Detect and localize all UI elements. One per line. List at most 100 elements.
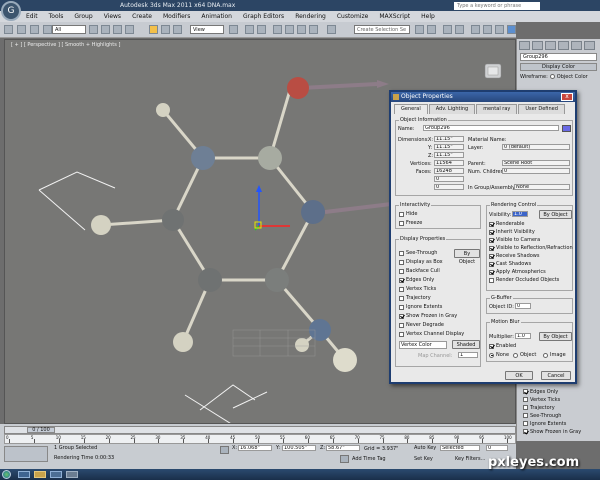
edit-named-selections-icon[interactable] — [327, 25, 336, 34]
snaps-toggle-icon[interactable] — [273, 25, 282, 34]
select-and-manipulate-icon[interactable] — [245, 25, 254, 34]
select-object-icon[interactable] — [89, 25, 98, 34]
renderable-checkbox[interactable]: Renderable — [489, 221, 525, 227]
tab-general[interactable]: General — [394, 104, 428, 114]
cp-option-vertex-ticks[interactable]: Vertex Ticks — [523, 396, 595, 403]
checkbox[interactable] — [523, 389, 528, 394]
motion-tab-icon[interactable] — [558, 41, 569, 50]
never-degrade-checkbox[interactable]: Never Degrade — [399, 322, 444, 328]
add-time-tag[interactable]: Add Time Tag — [352, 456, 386, 462]
time-tag-icon[interactable] — [340, 455, 349, 463]
menu-help[interactable]: Help — [421, 13, 435, 20]
checkbox[interactable] — [489, 229, 494, 235]
set-key-button[interactable]: Set Key — [414, 456, 433, 462]
taskbar-explorer-icon[interactable] — [34, 471, 46, 478]
time-slider-thumb[interactable]: 0 / 100 — [27, 427, 55, 433]
select-and-rotate-icon[interactable] — [161, 25, 170, 34]
checkbox[interactable] — [399, 313, 404, 319]
checkbox[interactable] — [489, 221, 494, 227]
display-by-object-button[interactable]: By Object — [454, 249, 480, 265]
hide-checkbox[interactable]: Hide — [399, 211, 417, 217]
checkbox[interactable] — [523, 397, 528, 402]
apply-atmospherics-checkbox[interactable]: Apply Atmospherics — [489, 269, 546, 275]
menu-tools[interactable]: Tools — [49, 13, 64, 20]
object-name-field[interactable]: Group296 — [520, 53, 597, 61]
menu-customize[interactable]: Customize — [337, 13, 369, 20]
backface-cull-checkbox[interactable]: Backface Cull — [399, 268, 440, 274]
key-mode-dropdown[interactable]: Selected — [440, 445, 480, 451]
display-tab-icon[interactable] — [571, 41, 582, 50]
checkbox[interactable] — [399, 250, 404, 256]
named-selection-dropdown[interactable]: Create Selection Se — [354, 25, 410, 34]
ok-button[interactable]: OK — [505, 371, 533, 380]
render-occluded-checkbox[interactable]: Render Occluded Objects — [489, 277, 559, 283]
blur-object-radio[interactable]: Object — [513, 352, 536, 358]
checkbox[interactable] — [489, 261, 494, 267]
object-color-swatch[interactable] — [562, 125, 571, 132]
tab-mental-ray[interactable]: mental ray — [476, 104, 518, 114]
create-tab-icon[interactable] — [519, 41, 530, 50]
keyboard-shortcut-icon[interactable] — [257, 25, 266, 34]
visibility-spinner[interactable]: 1.0 — [512, 211, 528, 217]
cp-option-ignore-extents[interactable]: Ignore Extents — [523, 420, 595, 427]
receive-shadows-checkbox[interactable]: Receive Shadows — [489, 253, 540, 259]
utilities-tab-icon[interactable] — [584, 41, 595, 50]
app-logo-icon[interactable]: G — [1, 1, 21, 21]
checkbox[interactable] — [399, 220, 404, 226]
menu-rendering[interactable]: Rendering — [295, 13, 326, 20]
vertex-color-dropdown[interactable]: Vertex Color — [399, 341, 447, 349]
radio[interactable] — [489, 352, 494, 358]
render-setup-icon[interactable] — [495, 25, 504, 34]
menu-animation[interactable]: Animation — [201, 13, 232, 20]
map-channel-spinner[interactable]: 1 — [458, 352, 478, 358]
multiplier-spinner[interactable]: 1.0 — [515, 333, 531, 339]
x-coord-field[interactable]: 16.068" — [238, 445, 272, 451]
taskbar-ie-icon[interactable] — [18, 471, 30, 478]
radio[interactable] — [513, 352, 518, 358]
checkbox[interactable] — [523, 413, 528, 418]
checkbox[interactable] — [399, 295, 404, 301]
checkbox[interactable] — [399, 331, 404, 337]
cp-option-see-through[interactable]: See-Through — [523, 412, 595, 419]
graphite-ribbon-icon[interactable] — [455, 25, 464, 34]
modify-tab-icon[interactable] — [532, 41, 543, 50]
tab-adv-lighting[interactable]: Adv. Lighting — [428, 104, 476, 114]
checkbox[interactable] — [399, 286, 404, 292]
display-color-rollout[interactable]: Display Color — [520, 63, 597, 71]
search-input[interactable]: Type a keyword or phrase — [454, 1, 540, 10]
show-frozen-gray-checkbox[interactable]: Show Frozen in Gray — [399, 313, 457, 319]
cp-option-edges-only[interactable]: Edges Only — [523, 388, 595, 395]
checkbox[interactable] — [399, 277, 404, 283]
lock-selection-icon[interactable] — [220, 446, 229, 454]
checkbox[interactable] — [489, 277, 494, 283]
checkbox[interactable] — [489, 237, 494, 243]
cast-shadows-checkbox[interactable]: Cast Shadows — [489, 261, 531, 267]
checkbox[interactable] — [399, 304, 404, 310]
tab-user-defined[interactable]: User Defined — [518, 104, 565, 114]
checkbox[interactable] — [399, 322, 404, 328]
checkbox[interactable] — [489, 245, 494, 251]
shaded-button[interactable]: Shaded — [452, 340, 480, 349]
curve-editor-icon[interactable] — [471, 25, 480, 34]
checkbox[interactable] — [523, 429, 528, 434]
checkbox[interactable] — [399, 259, 404, 265]
taskbar-app-icon[interactable] — [66, 471, 78, 478]
menu-graph-editors[interactable]: Graph Editors — [243, 13, 284, 20]
window-crossing-icon[interactable] — [125, 25, 134, 34]
spinner-snap-icon[interactable] — [309, 25, 318, 34]
material-editor-icon[interactable] — [483, 25, 492, 34]
checkbox[interactable] — [489, 269, 494, 275]
hierarchy-tab-icon[interactable] — [545, 41, 556, 50]
z-coord-field[interactable]: 58.67" — [326, 445, 360, 451]
render-icon[interactable] — [507, 25, 516, 34]
dialog-title-bar[interactable]: Object Properties x — [391, 92, 575, 102]
vertex-channel-display-checkbox[interactable]: Vertex Channel Display — [399, 331, 464, 337]
reference-coordinate-dropdown[interactable]: View — [190, 25, 224, 34]
auto-key-button[interactable]: Auto Key — [414, 445, 436, 451]
menu-modifiers[interactable]: Modifiers — [163, 13, 190, 20]
inherit-visibility-checkbox[interactable]: Inherit Visibility — [489, 229, 535, 235]
key-filters-button[interactable]: Key Filters... — [455, 456, 485, 462]
menu-maxscript[interactable]: MAXScript — [379, 13, 410, 20]
checkbox[interactable] — [399, 211, 404, 217]
vertex-ticks-checkbox[interactable]: Vertex Ticks — [399, 286, 436, 292]
